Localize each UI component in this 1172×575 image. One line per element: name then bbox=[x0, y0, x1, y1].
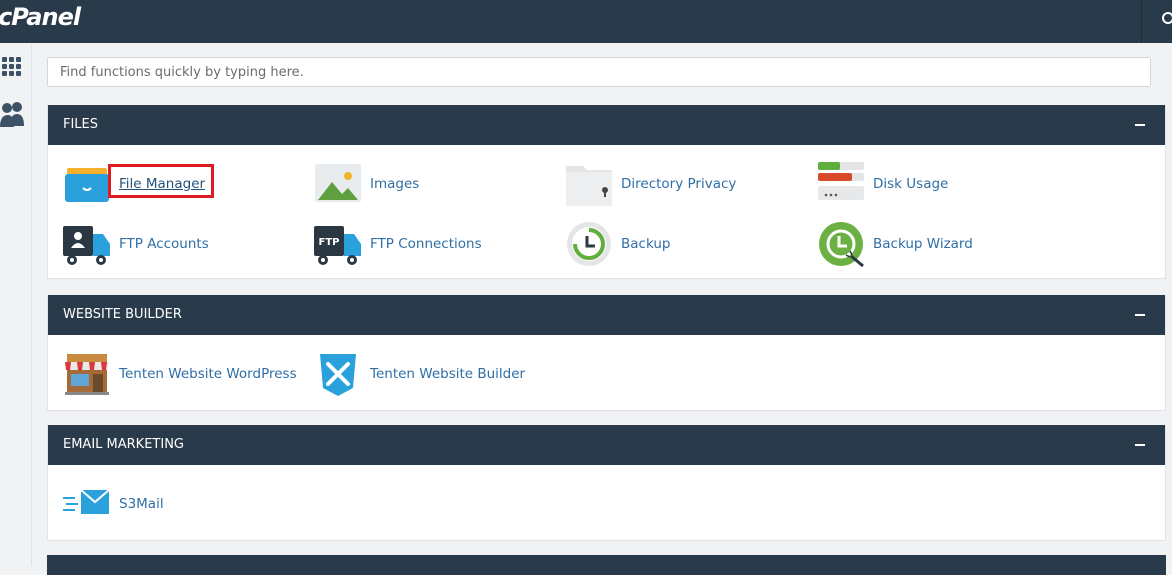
collapse-icon[interactable] bbox=[1135, 124, 1145, 126]
grid-icon[interactable] bbox=[2, 57, 22, 77]
collapse-icon[interactable] bbox=[1135, 314, 1145, 316]
item-label: S3Mail bbox=[119, 496, 164, 512]
item-label: Directory Privacy bbox=[621, 176, 737, 192]
item-label: FTP Connections bbox=[370, 236, 482, 252]
directory-privacy-icon bbox=[566, 166, 612, 206]
item-label: Disk Usage bbox=[873, 176, 949, 192]
section-header[interactable]: FILES bbox=[48, 105, 1165, 145]
highlight-box bbox=[108, 164, 214, 198]
item-label: Backup Wizard bbox=[873, 236, 973, 252]
users-icon[interactable] bbox=[0, 99, 24, 129]
item-tenten-website-wordpress[interactable]: Tenten Website WordPress bbox=[63, 349, 297, 399]
top-bar: cPanel bbox=[0, 0, 1172, 43]
section-title: EMAIL MARKETING bbox=[63, 437, 184, 452]
item-backup[interactable]: Backup bbox=[565, 219, 671, 269]
ftp-connections-icon: FTP bbox=[314, 226, 361, 265]
search-icon[interactable] bbox=[1162, 12, 1172, 24]
item-directory-privacy[interactable]: Directory Privacy bbox=[565, 159, 736, 209]
tools-shield-icon bbox=[320, 354, 356, 396]
search-input[interactable] bbox=[47, 57, 1151, 87]
item-ftp-connections[interactable]: FTP FTP Connections bbox=[314, 219, 482, 269]
item-label: Images bbox=[370, 176, 420, 192]
storefront-icon bbox=[65, 354, 109, 395]
item-label: Backup bbox=[621, 236, 671, 252]
backup-wizard-icon bbox=[819, 222, 864, 268]
section-title: FILES bbox=[63, 117, 99, 132]
item-label: Tenten Website Builder bbox=[370, 366, 526, 382]
item-label: FTP Accounts bbox=[119, 236, 209, 252]
ftp-accounts-icon bbox=[63, 226, 110, 265]
item-disk-usage[interactable]: Disk Usage bbox=[817, 159, 948, 209]
item-s3mail[interactable]: S3Mail bbox=[63, 479, 164, 529]
main-content: FILES File Manager Images bbox=[32, 43, 1172, 575]
item-ftp-accounts[interactable]: FTP Accounts bbox=[63, 219, 209, 269]
topbar-divider bbox=[1141, 0, 1142, 43]
item-images[interactable]: Images bbox=[314, 159, 419, 209]
sidebar bbox=[0, 43, 32, 566]
svg-text:FTP: FTP bbox=[319, 237, 340, 248]
section-website-builder: WEBSITE BUILDER Tenten Website WordPress bbox=[47, 295, 1166, 411]
section-header[interactable]: WEBSITE BUILDER bbox=[48, 295, 1165, 335]
cpanel-logo[interactable]: cPanel bbox=[0, 3, 81, 31]
file-manager-icon bbox=[65, 168, 109, 202]
item-label: Tenten Website WordPress bbox=[119, 366, 297, 382]
section-email-marketing: EMAIL MARKETING S3Mail bbox=[47, 425, 1166, 541]
backup-icon bbox=[567, 222, 611, 266]
images-icon bbox=[315, 164, 361, 202]
mail-icon bbox=[63, 489, 110, 514]
section-title: WEBSITE BUILDER bbox=[63, 307, 182, 322]
section-header-partial bbox=[47, 555, 1166, 575]
section-files: FILES File Manager Images Directory Priv… bbox=[47, 105, 1166, 279]
item-tenten-website-builder[interactable]: Tenten Website Builder bbox=[314, 349, 525, 399]
disk-usage-icon bbox=[818, 162, 864, 200]
section-header[interactable]: EMAIL MARKETING bbox=[48, 425, 1165, 465]
item-backup-wizard[interactable]: Backup Wizard bbox=[817, 219, 973, 269]
collapse-icon[interactable] bbox=[1135, 444, 1145, 446]
